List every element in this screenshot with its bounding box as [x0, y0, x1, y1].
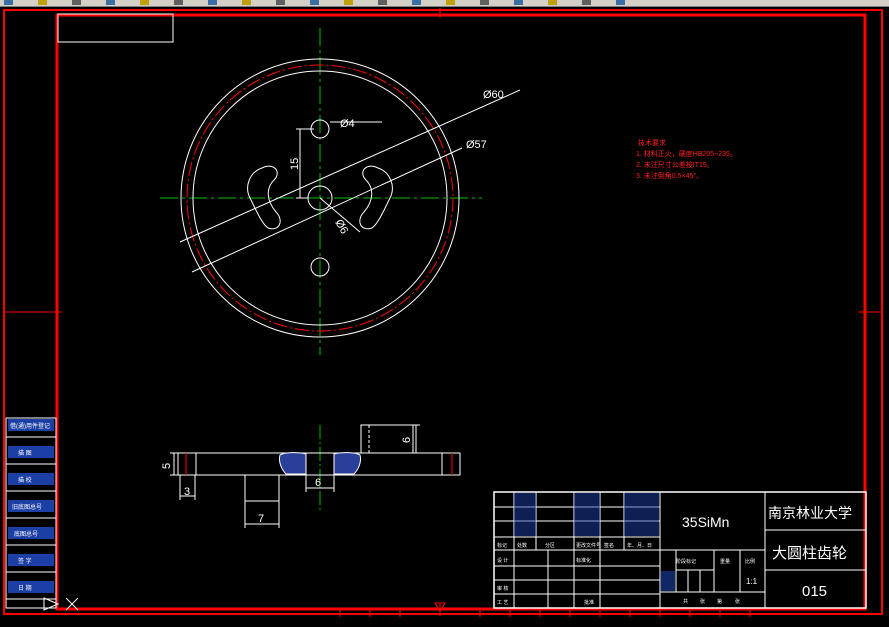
zoom-prev-icon[interactable]	[480, 0, 489, 5]
row2-weight: 重量	[720, 558, 730, 565]
sidebar-item-label: 旧底图总号	[12, 503, 42, 511]
sidebar-item-label: 描 校	[18, 476, 32, 484]
sheet-unit-2: 张	[735, 598, 740, 605]
dim-hub-height: 6	[401, 437, 413, 443]
dim-boss-width: 7	[258, 513, 264, 525]
open-icon[interactable]	[38, 0, 47, 5]
header-count: 处数	[517, 542, 527, 549]
properties-icon[interactable]	[514, 0, 523, 5]
copy-icon[interactable]	[208, 0, 217, 5]
zoom-window-icon[interactable]	[446, 0, 455, 5]
paste-icon[interactable]	[242, 0, 251, 5]
left-sidebar-strip: 借(通)用件登记 描 图 描 校 旧底图总号 底图总号 签 字 日 期	[5, 417, 57, 609]
title-block: 35SiMn 南京林业大学 大圆柱齿轮 015 1:1 标记 处数 分区 更改文…	[493, 491, 867, 609]
header-mark: 标记	[497, 542, 507, 549]
row3-review: 审 核	[497, 585, 508, 592]
notes-line-3: 3. 未注倒角0.5×45°。	[636, 171, 703, 180]
section-plate	[177, 452, 461, 476]
dim-hole-offset: 15	[289, 158, 301, 170]
school-name: 南京林业大学	[768, 505, 852, 521]
scale-value: 1:1	[746, 577, 758, 586]
pan-icon[interactable]	[378, 0, 387, 5]
part-name: 大圆柱齿轮	[772, 545, 847, 562]
sheet-inner-border	[55, 13, 867, 611]
section-boss-bottom	[244, 474, 280, 502]
sidebar-item-label: 日 期	[18, 584, 32, 592]
new-icon[interactable]	[4, 0, 13, 5]
sidebar-item-label: 底图总号	[14, 530, 38, 538]
row4-approve: 批准	[584, 599, 594, 606]
section-hatch-left	[279, 452, 307, 475]
match-icon[interactable]	[276, 0, 285, 5]
section-hatch-right	[333, 452, 361, 475]
notes-line-2: 2. 未注尺寸公差按IT15。	[636, 160, 714, 169]
dim-outer-diameter: Ø60	[483, 89, 504, 101]
technical-notes: 技术要求 1. 材料正火，硬度HB205~235。 2. 未注尺寸公差按IT15…	[636, 138, 737, 180]
undo-icon[interactable]	[310, 0, 319, 5]
row2-standard: 标准化	[576, 557, 591, 564]
header-change-doc: 更改文件号	[576, 542, 601, 549]
cut-icon[interactable]	[174, 0, 183, 5]
zoom-icon[interactable]	[412, 0, 421, 5]
dim-center-hole: Ø6	[332, 218, 350, 237]
sidebar-item-label: 描 图	[18, 449, 32, 457]
sheet-unit-1: 张	[700, 598, 705, 605]
dim-hub-width: 6	[315, 477, 321, 489]
row4-process: 工 艺	[497, 600, 508, 606]
notes-heading: 技术要求	[638, 138, 666, 147]
drawing-number: 015	[802, 583, 827, 600]
centering-marks	[4, 8, 882, 616]
row2-stage: 阶段标记	[676, 558, 696, 565]
preview-icon[interactable]	[140, 0, 149, 5]
sheet-index: 第	[717, 598, 722, 605]
help-icon[interactable]	[616, 0, 625, 5]
material-label: 35SiMn	[682, 514, 729, 530]
print-icon[interactable]	[106, 0, 115, 5]
header-date: 年、月、日	[627, 542, 652, 549]
dim-thickness: 5	[161, 463, 173, 469]
notes-line-1: 1. 材料正火，硬度HB205~235。	[636, 149, 737, 158]
save-icon[interactable]	[72, 0, 81, 5]
gear-front-view: Ø60 Ø57 Ø4 15 Ø6	[160, 28, 521, 355]
sheet-outer-border	[3, 9, 883, 615]
row2-scale: 比例	[745, 558, 755, 565]
row2-design: 设 计	[497, 557, 508, 564]
slot-right	[359, 165, 393, 230]
header-zone: 分区	[545, 542, 555, 549]
sidebar-item-label: 借(通)用件登记	[10, 422, 50, 430]
gear-section-view: 5 6 3 6 7	[161, 424, 461, 528]
dim-bore-depth: 3	[184, 486, 190, 498]
sidebar-item-label: 签 字	[18, 557, 32, 565]
redo-icon[interactable]	[344, 0, 353, 5]
slot-left	[247, 165, 281, 230]
header-signature: 签名	[604, 542, 614, 549]
dim-root-diameter: Ø57	[466, 139, 487, 151]
design-center-icon[interactable]	[548, 0, 557, 5]
dim-small-hole: Ø4	[340, 118, 355, 130]
sheet-total: 共	[683, 598, 688, 605]
tool-palette-icon[interactable]	[582, 0, 591, 5]
cad-drawing-canvas[interactable]: Ø60 Ø57 Ø4 15 Ø6 技术要求 1. 材料正火，硬度HB205~23…	[0, 6, 889, 627]
drawing-number-box-topleft	[57, 13, 174, 43]
